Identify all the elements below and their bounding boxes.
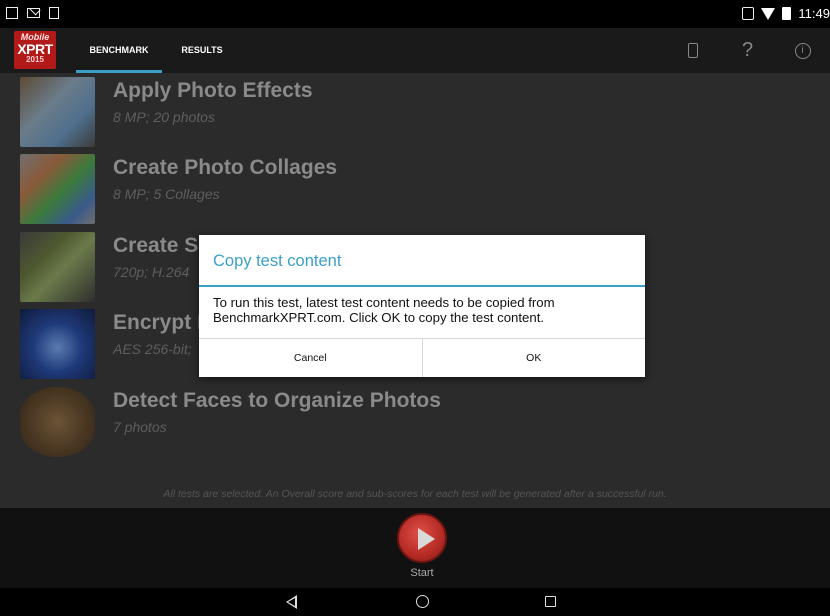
slideshow-thumbnail [20, 232, 95, 302]
email-icon [27, 8, 40, 18]
help-button[interactable]: ? [720, 28, 775, 73]
cancel-button[interactable]: Cancel [199, 339, 423, 377]
photo-collages-thumbnail [20, 154, 95, 224]
test-subtitle: 720p; H.264 [113, 264, 190, 280]
logo-line-2: XPRT [17, 41, 53, 57]
test-title: Detect Faces to Organize Photos [113, 389, 441, 412]
recent-apps-icon[interactable] [545, 596, 556, 607]
app-bar-actions: ? i [665, 28, 830, 73]
test-title: Apply Photo Effects [113, 79, 313, 102]
system-indicators: 11:49 [742, 6, 830, 21]
test-subtitle: 8 MP; 5 Collages [113, 186, 220, 202]
test-subtitle: AES 256-bit; [113, 341, 192, 357]
vibrate-icon [742, 7, 755, 20]
test-title: Encrypt P [113, 311, 212, 334]
home-icon[interactable] [416, 595, 429, 608]
dialog-title: Copy test content [213, 252, 342, 270]
photo-effects-thumbnail [20, 77, 95, 147]
help-icon: ? [741, 39, 754, 61]
battery-icon [782, 7, 792, 20]
dialog-message: To run this test, latest test content ne… [213, 295, 555, 325]
status-bar: 11:49 [0, 0, 830, 28]
tab-results[interactable]: RESULTS [172, 28, 232, 73]
start-label: Start [410, 567, 434, 579]
info-icon: i [794, 42, 811, 59]
navigation-bar [0, 588, 830, 616]
notification-icons [6, 7, 59, 19]
device-icon [687, 43, 698, 58]
download-icon [49, 7, 59, 19]
test-item-photo-effects[interactable]: Apply Photo Effects 8 MP; 20 photos [0, 73, 830, 150]
start-button[interactable] [397, 513, 447, 563]
selection-note: All tests are selected. An Overall score… [163, 488, 667, 500]
back-icon[interactable] [286, 595, 297, 609]
clock: 11:49 [798, 6, 830, 21]
device-button[interactable] [665, 28, 720, 73]
test-subtitle: 8 MP; 20 photos [113, 109, 215, 125]
app-bar: Mobile XPRT 2015 BENCHMARK RESULTS ? i [0, 28, 830, 73]
wifi-icon [761, 7, 776, 20]
test-item-photo-collages[interactable]: Create Photo Collages 8 MP; 5 Collages [0, 150, 830, 227]
logo-line-3: 2015 [26, 55, 44, 64]
test-subtitle: 7 photos [113, 419, 167, 435]
detect-faces-thumbnail [20, 387, 95, 457]
screenshot-icon [6, 7, 18, 19]
info-button[interactable]: i [775, 28, 830, 73]
dialog-buttons: Cancel OK [199, 338, 645, 377]
encrypt-thumbnail [20, 309, 95, 379]
dialog-divider [199, 285, 645, 287]
app-logo: Mobile XPRT 2015 [14, 31, 56, 69]
screen: 11:49 Mobile XPRT 2015 BENCHMARK RESULTS… [0, 0, 830, 616]
tab-benchmark[interactable]: BENCHMARK [76, 28, 162, 73]
copy-content-dialog: Copy test content To run this test, late… [199, 235, 645, 377]
test-item-detect-faces[interactable]: Detect Faces to Organize Photos 7 photos [0, 383, 830, 460]
test-title: Create Photo Collages [113, 156, 338, 179]
test-title: Create S [113, 234, 199, 257]
ok-button[interactable]: OK [423, 339, 646, 377]
start-area: Start [0, 508, 830, 588]
